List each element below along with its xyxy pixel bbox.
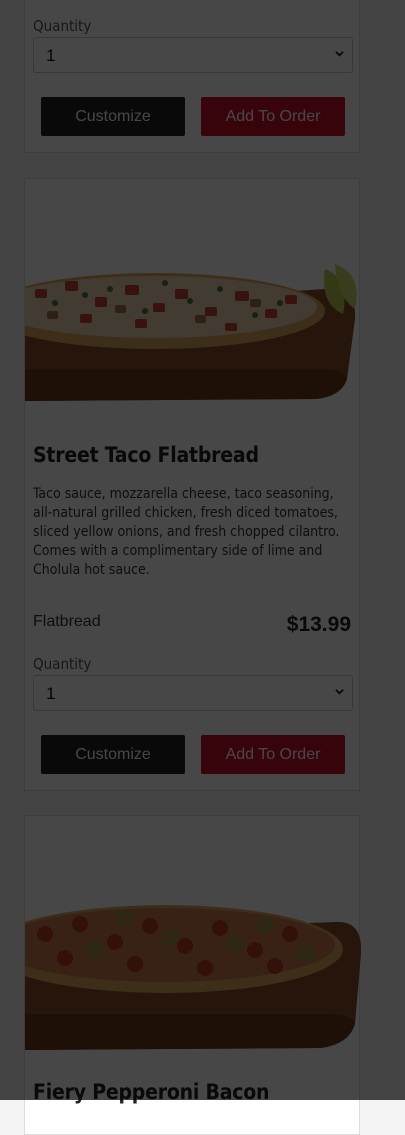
customize-button[interactable]: Customize — [41, 97, 185, 136]
flatbread-image — [25, 264, 357, 401]
item-title: Fiery Pepperoni Bacon — [33, 1080, 270, 1104]
quantity-label: Quantity — [33, 655, 92, 673]
flatbread-image — [25, 905, 361, 1050]
menu-item-card: Fiery Pepperoni Bacon — [24, 815, 361, 1135]
quantity-value: 1 — [46, 684, 56, 703]
add-to-order-button[interactable]: Add To Order — [201, 735, 345, 774]
chevron-down-icon — [335, 689, 344, 695]
quantity-value: 1 — [46, 46, 56, 65]
menu-item-card: Quantity 1 Customize Add To Order — [24, 0, 360, 153]
item-price: $13.99 — [286, 613, 351, 636]
menu-page: Quantity 1 Customize Add To Order Street… — [0, 0, 405, 1135]
menu-item-card: Street Taco Flatbread Taco sauce, mozzar… — [24, 178, 360, 791]
customize-button[interactable]: Customize — [41, 735, 185, 774]
quantity-select[interactable]: 1 — [33, 37, 353, 73]
quantity-select[interactable]: 1 — [33, 675, 353, 711]
item-size: Flatbread — [33, 613, 101, 630]
item-title: Street Taco Flatbread — [33, 443, 259, 467]
chevron-down-icon — [335, 51, 344, 57]
quantity-label: Quantity — [33, 17, 92, 35]
add-to-order-button[interactable]: Add To Order — [201, 97, 345, 136]
item-description: Taco sauce, mozzarella cheese, taco seas… — [33, 486, 340, 578]
